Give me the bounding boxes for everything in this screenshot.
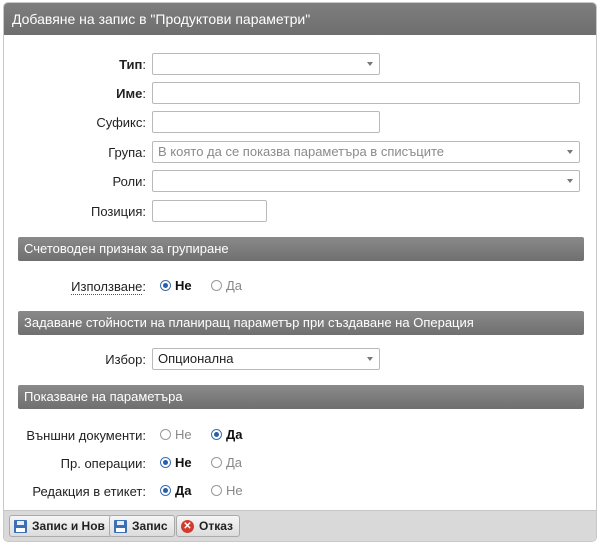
usage-row: Използване: Не Да (4, 275, 596, 299)
roles-label: Роли: (112, 174, 146, 189)
external-docs-label: Външни документи: (26, 428, 146, 443)
dialog-footer: Запис и Нов Запис ✕ Отказ (4, 510, 596, 541)
usage-option-no[interactable]: Не (160, 278, 192, 293)
usage-label: Използване: (71, 279, 146, 295)
radio-empty-icon (211, 485, 222, 496)
cancel-icon: ✕ (181, 519, 194, 533)
external-docs-option-yes[interactable]: Да (211, 427, 243, 442)
type-row: Тип: (4, 53, 596, 77)
chevron-down-icon (567, 150, 573, 154)
type-select[interactable] (152, 53, 380, 75)
roles-row: Роли: (4, 170, 596, 194)
chevron-down-icon (367, 62, 373, 66)
label-edit-option-yes[interactable]: Да (160, 483, 192, 498)
roles-select[interactable] (152, 170, 580, 192)
chevron-down-icon (367, 357, 373, 361)
form-body: Тип: Име: Суфикс: Група: В която да се п… (4, 35, 596, 510)
radio-selected-icon (211, 429, 222, 440)
operations-option-no[interactable]: Не (160, 455, 192, 470)
radio-empty-icon (160, 429, 171, 440)
name-input[interactable] (152, 82, 580, 104)
cancel-button[interactable]: ✕ Отказ (176, 515, 241, 537)
group-row: Група: В която да се показва параметъра … (4, 141, 596, 165)
section-accounting: Счетоводен признак за групиране (18, 237, 584, 261)
add-record-dialog: Добавяне на запис в "Продуктови параметр… (3, 2, 597, 542)
group-select[interactable]: В която да се показва параметъра в списъ… (152, 141, 580, 163)
operations-label: Пр. операции: (60, 456, 146, 471)
save-button[interactable]: Запис (109, 515, 175, 537)
radio-empty-icon (211, 457, 222, 468)
label-edit-label: Редакция в етикет: (32, 484, 146, 499)
type-label: Тип: (119, 57, 146, 72)
label-edit-option-no[interactable]: Не (211, 483, 243, 498)
label-edit-row: Редакция в етикет: Да Не (4, 480, 596, 504)
external-docs-option-no[interactable]: Не (160, 427, 192, 442)
position-label: Позиция: (90, 204, 146, 219)
operations-option-yes[interactable]: Да (211, 455, 242, 470)
name-label: Име: (116, 86, 146, 101)
choice-label: Избор: (105, 352, 146, 367)
radio-selected-icon (160, 280, 171, 291)
name-row: Име: (4, 82, 596, 106)
save-and-new-button[interactable]: Запис и Нов (9, 515, 112, 537)
position-input[interactable] (152, 200, 267, 222)
radio-empty-icon (211, 280, 222, 291)
choice-row: Избор: Опционална (4, 348, 596, 372)
position-row: Позиция: (4, 200, 596, 224)
section-display: Показване на параметъра (18, 385, 584, 409)
suffix-label: Суфикс: (96, 115, 146, 130)
floppy-disk-icon (14, 519, 27, 533)
section-planning: Задаване стойности на планиращ параметър… (18, 311, 584, 335)
suffix-row: Суфикс: (4, 111, 596, 135)
group-placeholder: В която да се показва параметъра в списъ… (158, 144, 444, 159)
radio-selected-icon (160, 457, 171, 468)
operations-row: Пр. операции: Не Да (4, 452, 596, 476)
usage-option-yes[interactable]: Да (211, 278, 242, 293)
group-label: Група: (108, 145, 146, 160)
dialog-title: Добавяне на запис в "Продуктови параметр… (4, 3, 596, 35)
chevron-down-icon (567, 179, 573, 183)
choice-select[interactable]: Опционална (152, 348, 380, 370)
suffix-input[interactable] (152, 111, 380, 133)
radio-selected-icon (160, 485, 171, 496)
external-docs-row: Външни документи: Не Да (4, 424, 596, 448)
floppy-disk-icon (114, 519, 127, 533)
